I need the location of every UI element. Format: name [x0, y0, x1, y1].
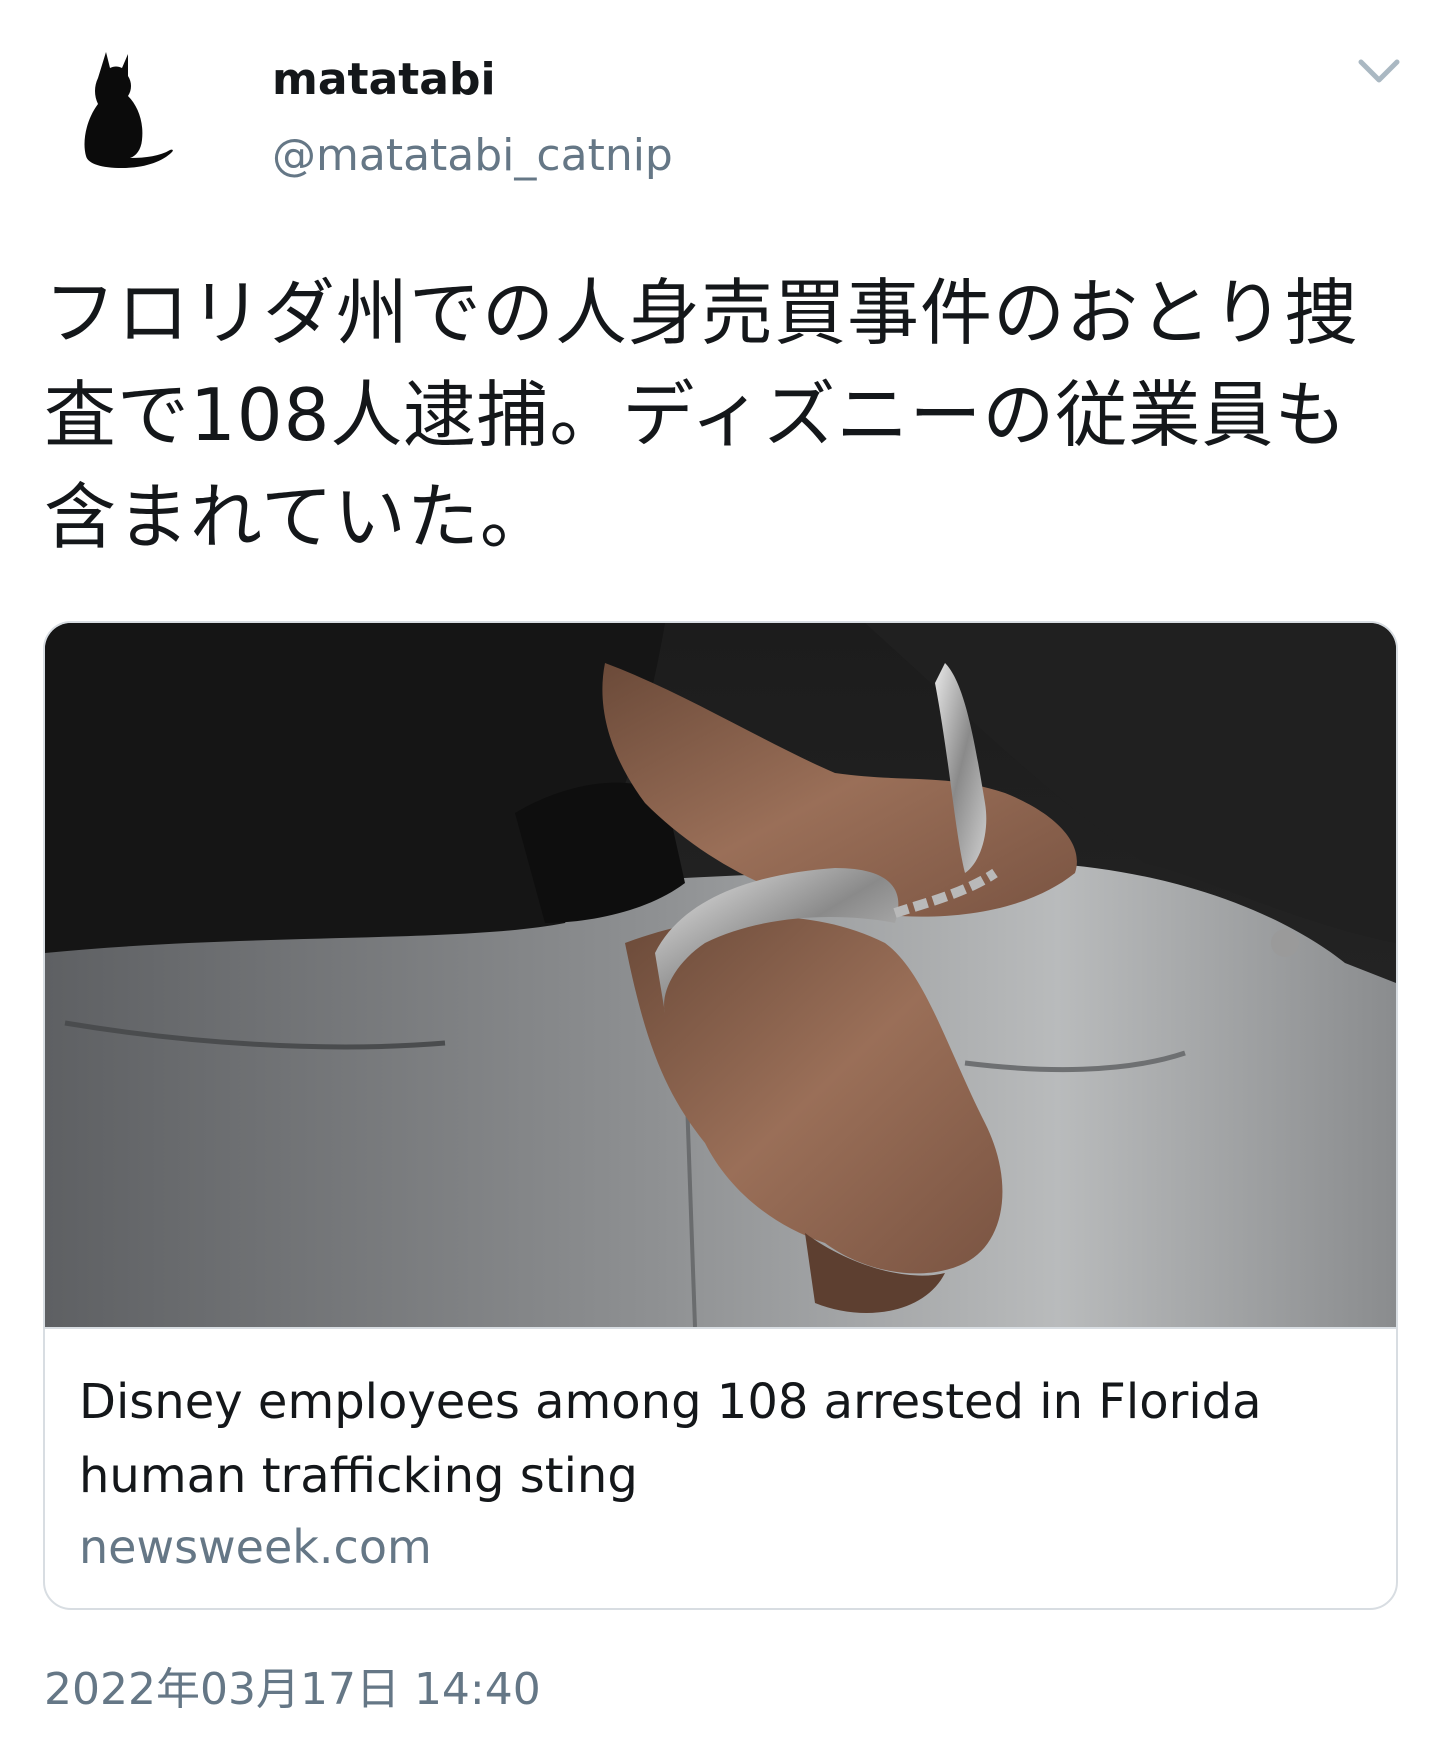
user-handle[interactable]: @matatabi_catnip [272, 126, 673, 186]
avatar[interactable] [66, 46, 196, 176]
tweet-timestamp[interactable]: 2022年03月17日 14:40 [44, 1660, 541, 1720]
link-card[interactable]: Disney employees among 108 arrested in F… [43, 621, 1398, 1610]
chevron-down-icon [1358, 59, 1400, 83]
card-image [45, 623, 1396, 1327]
tweet-menu-button[interactable] [1355, 52, 1403, 92]
card-domain[interactable]: newsweek.com [79, 1517, 432, 1577]
display-name[interactable]: matatabi [272, 50, 496, 110]
card-title[interactable]: Disney employees among 108 arrested in F… [79, 1365, 1369, 1513]
tweet-text: フロリダ州での人身売買事件のおとり捜査で108人逮捕。ディズニーの従業員も含まれ… [44, 271, 1359, 559]
black-cat-silhouette-icon [84, 52, 173, 168]
card-divider [45, 1327, 1396, 1329]
